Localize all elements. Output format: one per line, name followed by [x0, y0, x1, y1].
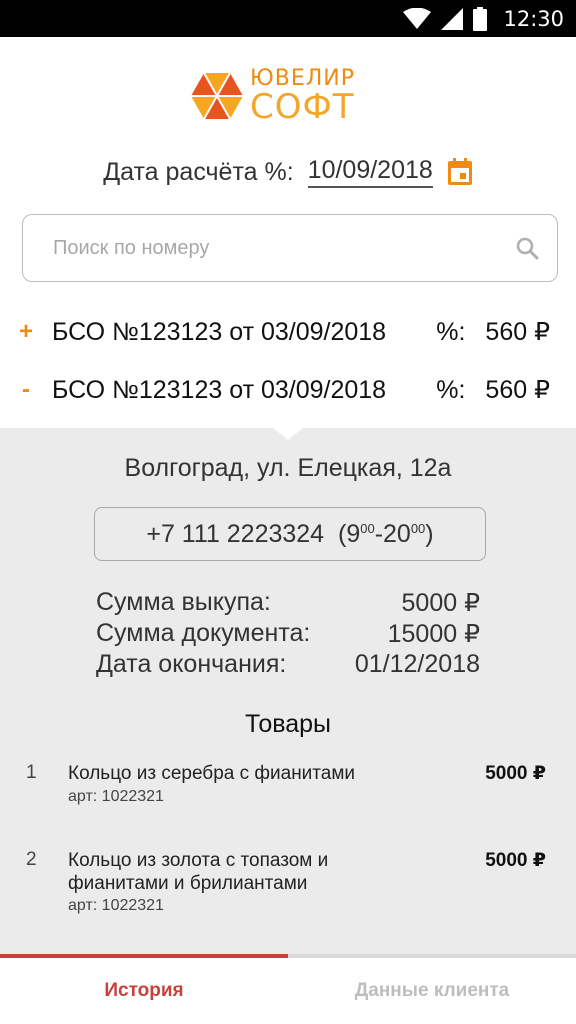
phone-number: +7 111 2223324 — [146, 519, 325, 548]
goods-item-name: Кольцо из золота с топазом и фианитами и… — [68, 850, 329, 894]
app-logo: ЮВЕЛИР СОФТ — [188, 68, 388, 124]
search-input[interactable] — [53, 236, 515, 260]
end-date-value: 01/12/2018 — [354, 650, 480, 678]
call-phone-button[interactable]: +7 111 2223324 (9 00 - 20 00) — [94, 507, 486, 561]
document-sum-row: Сумма документа: 15000 ₽ — [96, 619, 480, 649]
search-box — [22, 214, 558, 282]
collapse-minus-icon[interactable]: - — [0, 376, 52, 404]
bottom-tab-bar: История Данные клиента — [0, 954, 576, 1024]
document-sum-value: 15000 ₽ — [387, 620, 480, 648]
hours-open: 9 — [346, 519, 361, 548]
document-percent-label: %: — [436, 317, 466, 346]
hours-separator: - — [374, 519, 384, 548]
redemption-sum-row: Сумма выкупа: 5000 ₽ — [96, 588, 480, 618]
tab-client-data[interactable]: Данные клиента — [288, 954, 576, 1024]
end-date-label: Дата окончания: — [96, 650, 287, 678]
redemption-sum-label: Сумма выкупа: — [96, 588, 271, 616]
status-bar: 12:30 — [0, 0, 576, 37]
goods-item-number: 1 — [26, 762, 37, 783]
battery-icon — [473, 6, 488, 31]
document-row-expanded[interactable]: - БСО №123123 от 03/09/2018 %: 560 ₽ — [0, 365, 576, 415]
document-amount: 560 ₽ — [485, 318, 550, 346]
panel-pointer — [272, 427, 304, 440]
search-icon[interactable] — [515, 236, 539, 260]
document-amount: 560 ₽ — [485, 376, 550, 404]
goods-item-number: 2 — [26, 849, 37, 870]
logo-mark-icon — [191, 72, 243, 120]
signal-icon — [441, 7, 464, 30]
document-percent-label: %: — [436, 375, 466, 404]
end-date-row: Дата окончания: 01/12/2018 — [96, 650, 480, 679]
logo-text-bottom: СОФТ — [250, 87, 355, 127]
calculation-date-label: Дата расчёта %: — [103, 157, 294, 186]
status-time: 12:30 — [503, 6, 564, 31]
wifi-icon — [403, 7, 432, 29]
document-title: БСО №123123 от 03/09/2018 — [52, 375, 387, 404]
branch-address: Волгоград, ул. Елецкая, 12а — [124, 454, 452, 482]
goods-item-article: арт: 1022321 — [68, 897, 164, 914]
hours-close-minutes: 00 — [410, 520, 426, 536]
goods-item-price: 5000 ₽ — [485, 763, 546, 784]
document-title: БСО №123123 от 03/09/2018 — [52, 317, 387, 346]
goods-item-price: 5000 ₽ — [485, 850, 546, 871]
expand-plus-icon[interactable]: + — [0, 318, 52, 346]
calculation-date-field[interactable]: 10/09/2018 — [307, 156, 433, 188]
calculation-date-row: Дата расчёта %: 10/09/2018 — [0, 156, 576, 188]
document-row[interactable]: + БСО №123123 от 03/09/2018 %: 560 ₽ — [0, 307, 576, 357]
hours-open-minutes: 00 — [360, 520, 375, 536]
redemption-sum-value: 5000 ₽ — [401, 589, 480, 617]
goods-item-name: Кольцо из серебра с фианитами — [68, 763, 356, 784]
calendar-icon[interactable] — [447, 158, 473, 186]
hours-close: 20 — [383, 519, 411, 548]
document-details-panel: Волгоград, ул. Елецкая, 12а +7 111 22233… — [0, 427, 576, 954]
tab-history[interactable]: История — [0, 954, 288, 1024]
goods-item-article: арт: 1022321 — [68, 788, 164, 805]
document-sum-label: Сумма документа: — [96, 619, 311, 647]
goods-title: Товары — [245, 710, 331, 738]
